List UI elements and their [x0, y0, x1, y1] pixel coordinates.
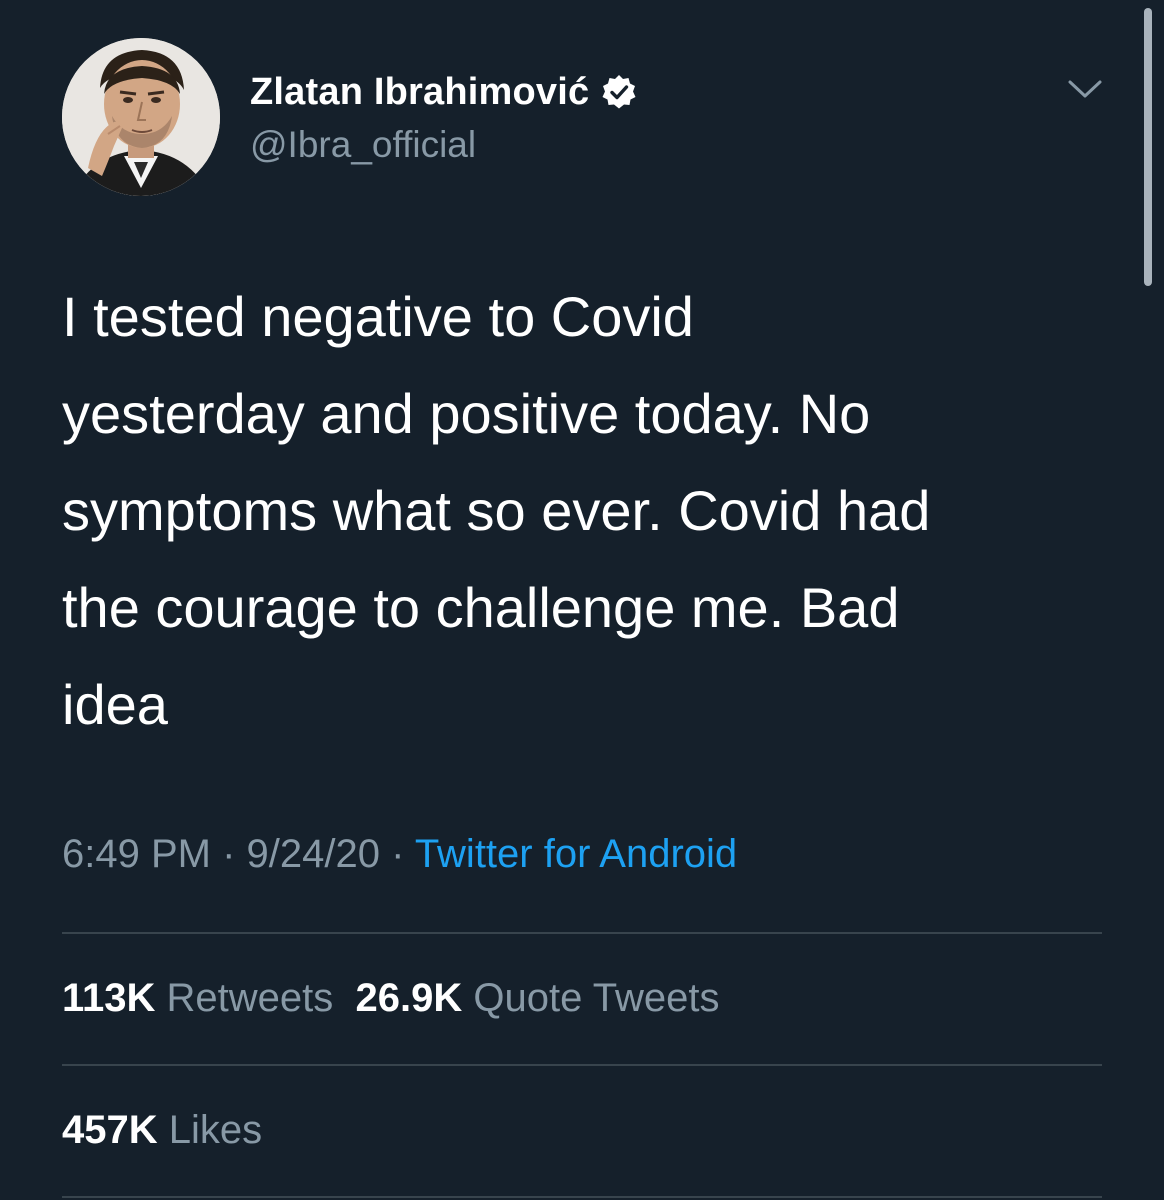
divider — [62, 932, 1102, 934]
likes-label: Likes — [168, 1108, 263, 1152]
display-name[interactable]: Zlatan Ibrahimović — [250, 71, 589, 114]
avatar-photo — [62, 38, 220, 196]
retweets-count: 113K — [62, 976, 156, 1020]
quote-tweets-stat[interactable]: 26.9K Quote Tweets — [356, 976, 720, 1020]
display-name-row[interactable]: Zlatan Ibrahimović — [250, 68, 637, 116]
avatar[interactable] — [62, 38, 220, 196]
tweet-text: I tested negative to Covid yesterday and… — [62, 285, 931, 736]
chevron-down-icon[interactable] — [1064, 72, 1106, 106]
likes-count: 457K — [62, 1108, 158, 1152]
tweet-source-link[interactable]: Twitter for Android — [415, 832, 737, 876]
retweets-label: Retweets — [166, 976, 334, 1020]
divider — [62, 1196, 1102, 1198]
likes-stat[interactable]: 457K Likes — [62, 1108, 262, 1153]
divider — [62, 1064, 1102, 1066]
retweets-stat[interactable]: 113K Retweets — [62, 976, 333, 1020]
quote-tweets-label: Quote Tweets — [473, 976, 720, 1020]
engagement-stats: 113K Retweets 26.9K Quote Tweets — [62, 976, 719, 1021]
tweet-meta: 6:49 PM · 9/24/20 · Twitter for Android — [62, 832, 737, 877]
tweet-detail: Zlatan Ibrahimović @Ibra_official I test… — [0, 0, 1164, 1200]
user-handle[interactable]: @Ibra_official — [250, 124, 476, 166]
verified-badge-icon — [601, 74, 637, 110]
scrollbar-thumb[interactable] — [1144, 8, 1152, 286]
meta-separator: · — [210, 832, 247, 876]
tweet-time[interactable]: 6:49 PM — [62, 832, 211, 876]
tweet-date[interactable]: 9/24/20 — [247, 832, 380, 876]
quote-tweets-count: 26.9K — [355, 976, 463, 1020]
meta-separator: · — [379, 832, 415, 876]
